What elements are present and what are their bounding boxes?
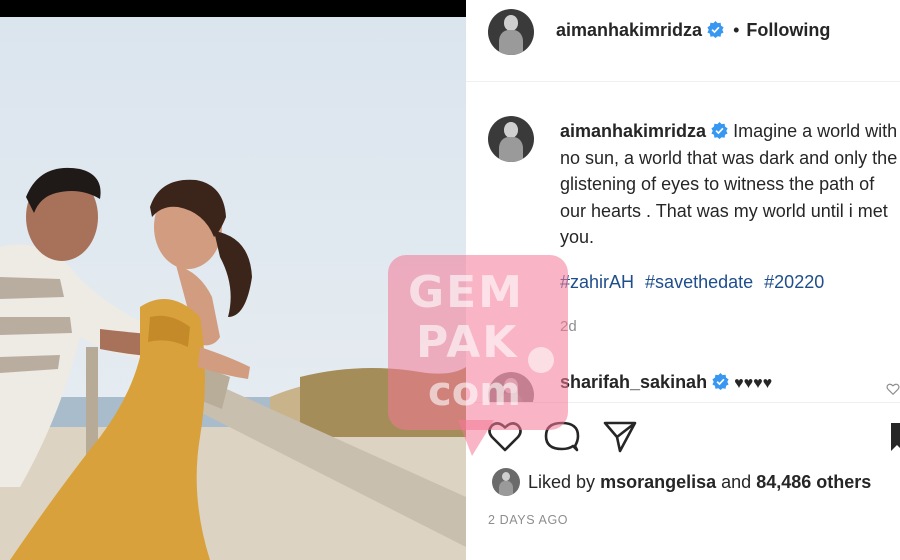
hashtag-list: #zahirAH #savethedate #20220	[560, 272, 830, 293]
likes-row: Liked by msorangelisa and 84,486 others	[466, 462, 900, 502]
watermark-line-2: PAK	[416, 317, 519, 368]
gempak-watermark-logo: GEM PAK com	[388, 255, 568, 456]
separator-dot: •	[733, 20, 740, 40]
verified-badge-icon	[711, 122, 728, 139]
watermark-line-3: com	[428, 369, 521, 415]
comment-text: ♥♥♥♥	[734, 375, 773, 392]
caption-text-block: aimanhakimridza Imagine a world with no …	[560, 118, 900, 251]
likes-prefix: Liked by	[528, 472, 596, 492]
likes-others-link[interactable]: 84,486 others	[756, 472, 871, 492]
post-date[interactable]: 2 DAYS AGO	[488, 513, 568, 527]
caption-author-username[interactable]: aimanhakimridza	[560, 121, 706, 141]
verified-badge-icon	[712, 373, 729, 390]
watermark-badge-icon	[528, 347, 554, 373]
watermark-line-1: GEM	[408, 267, 524, 318]
header-line: aimanhakimridza • Following	[556, 20, 830, 41]
bookmark-icon[interactable]	[889, 419, 900, 453]
commenter-username[interactable]: sharifah_sakinah	[560, 372, 707, 392]
hashtag-link[interactable]: #zahirAH	[560, 272, 634, 292]
author-avatar[interactable]	[488, 9, 534, 55]
post-header: aimanhakimridza • Following	[466, 0, 900, 82]
hashtag-link[interactable]: #20220	[764, 272, 824, 292]
comment-like-icon[interactable]	[886, 382, 900, 396]
verified-badge-icon	[707, 21, 724, 38]
comment-line: sharifah_sakinah ♥♥♥♥	[560, 372, 772, 393]
photo-top-bar	[0, 0, 466, 17]
author-username[interactable]: aimanhakimridza	[556, 20, 702, 40]
hashtag-link[interactable]: #savethedate	[645, 272, 753, 292]
watermark-tail	[458, 420, 494, 456]
likes-summary: Liked by msorangelisa and 84,486 others	[528, 472, 871, 493]
caption-author-avatar[interactable]	[488, 116, 534, 162]
liker-username[interactable]: msorangelisa	[600, 472, 716, 492]
share-icon[interactable]	[602, 419, 638, 453]
following-button[interactable]: Following	[746, 20, 830, 40]
likes-conjunction: and	[721, 472, 752, 492]
liker-avatar[interactable]	[492, 468, 520, 496]
